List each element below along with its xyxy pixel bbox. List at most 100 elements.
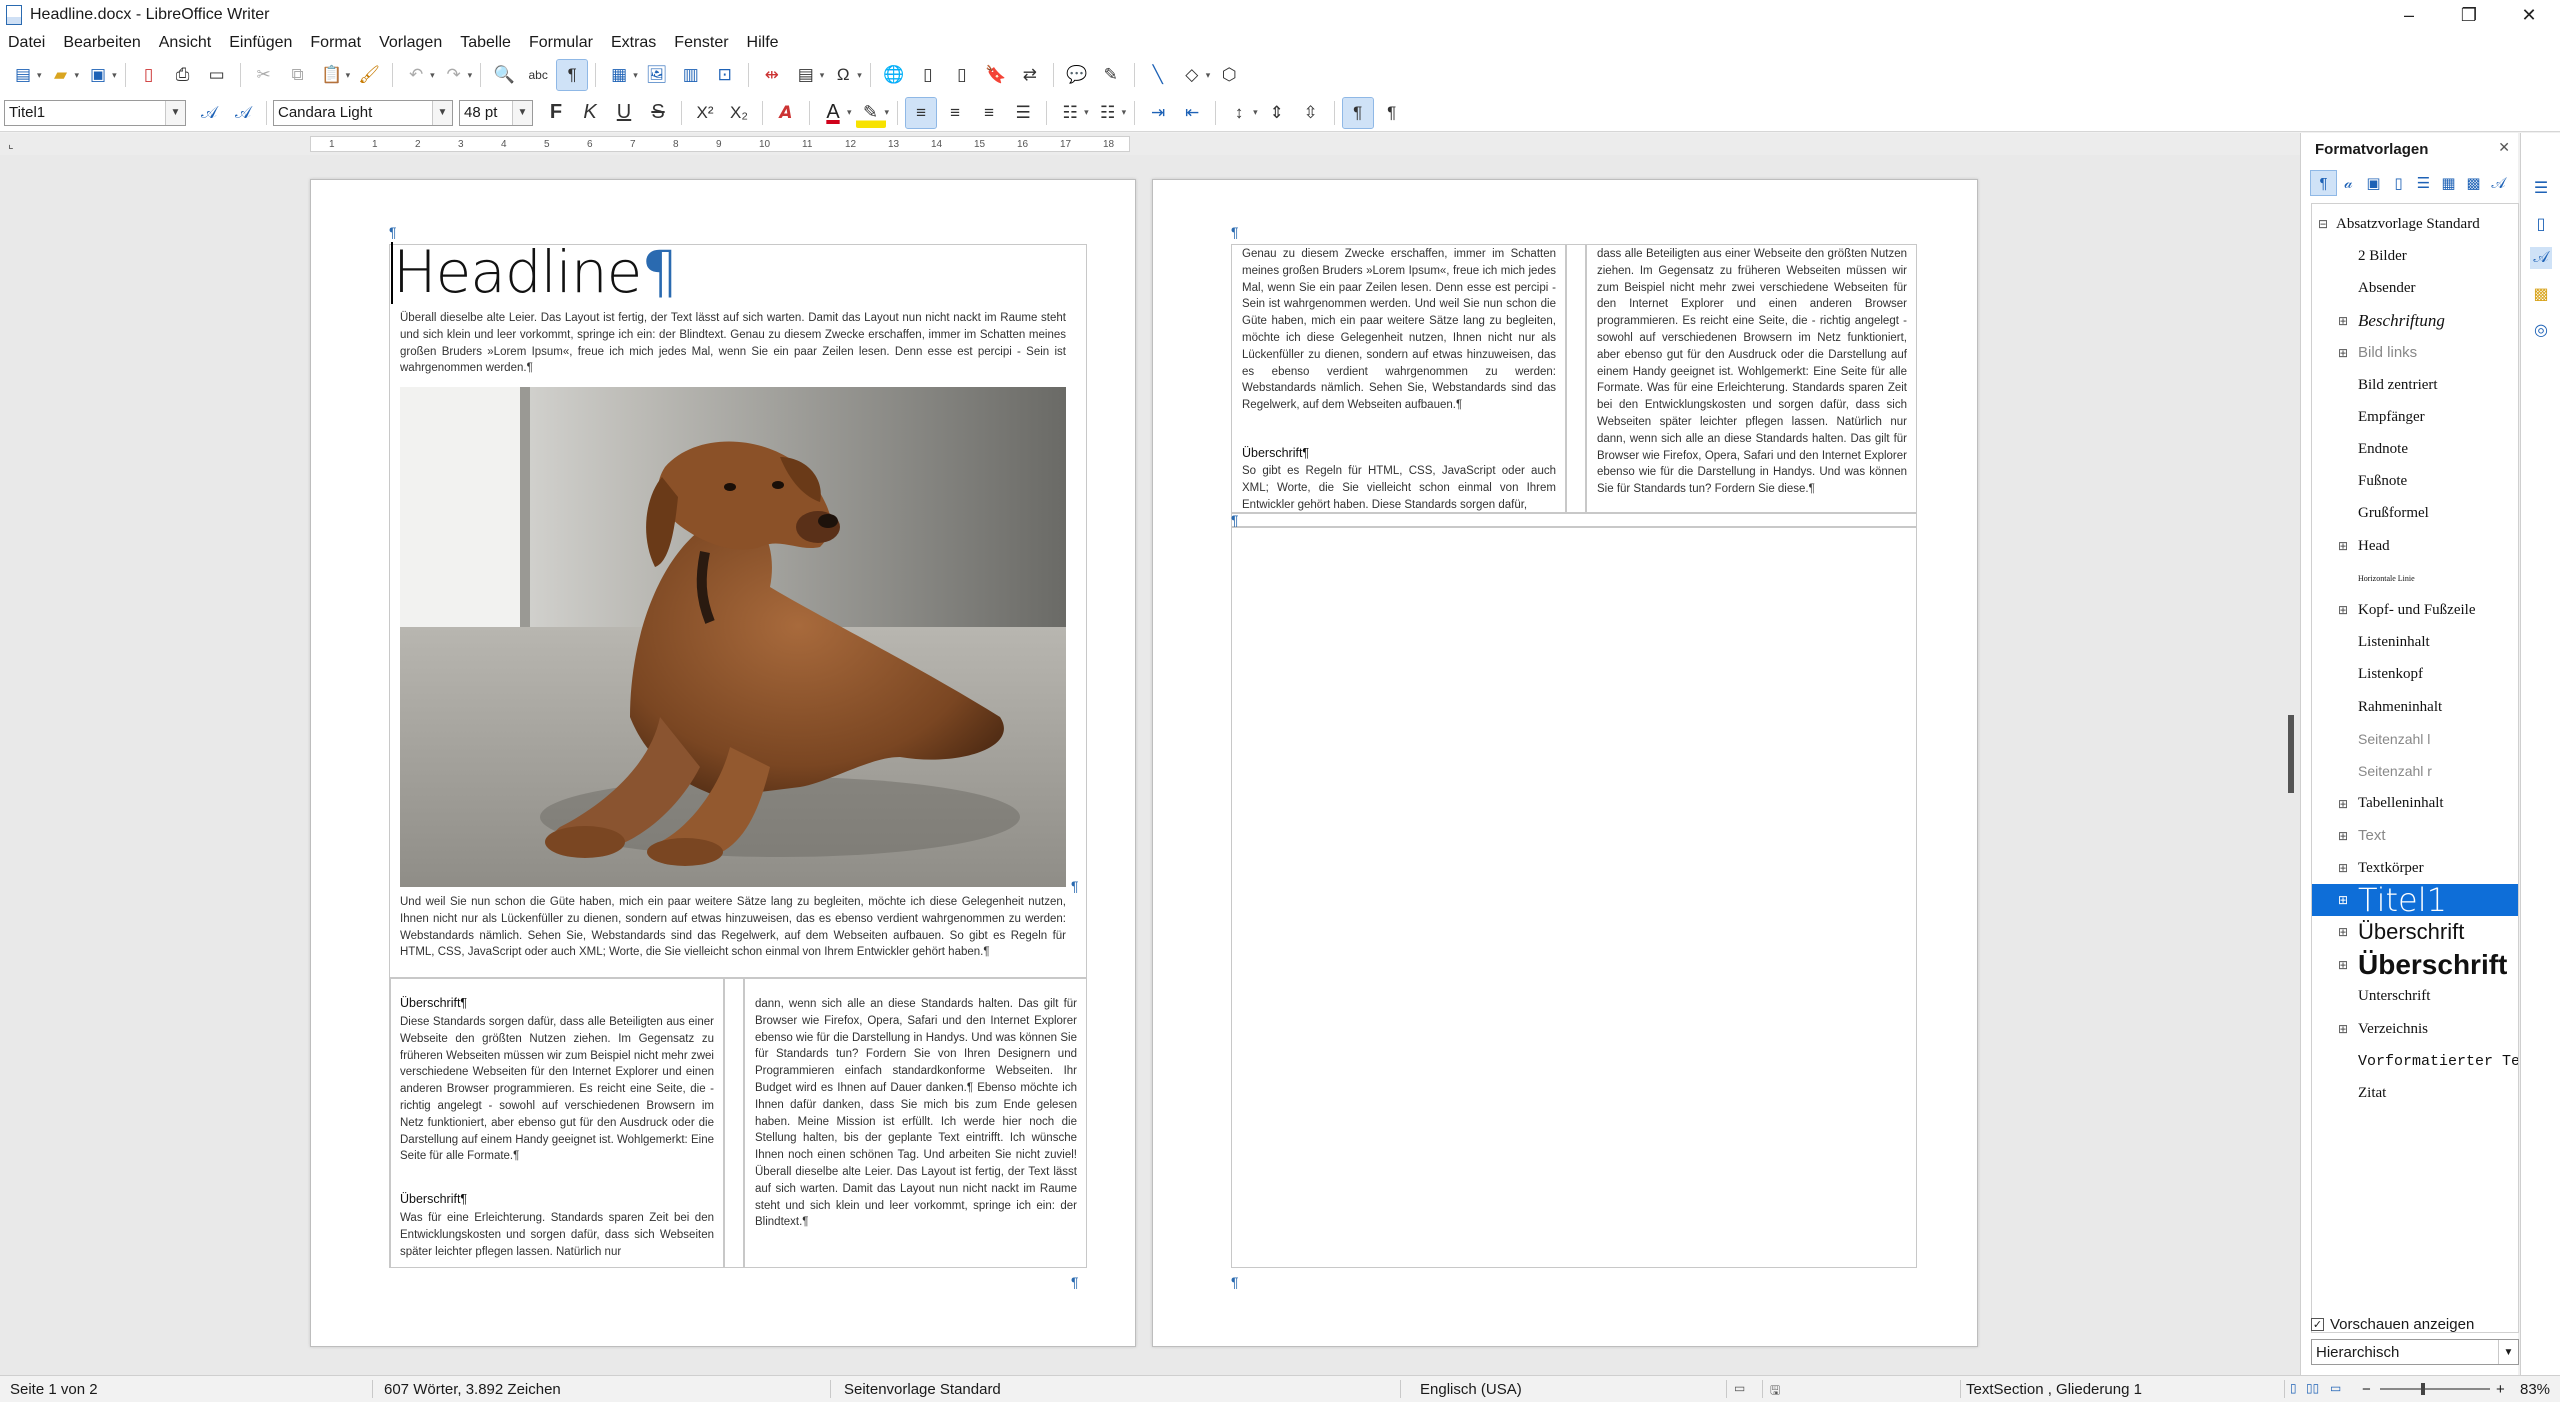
expander-icon[interactable]: ⊞: [2336, 1022, 2350, 1036]
column-heading[interactable]: Überschrift¶: [1242, 446, 1309, 460]
checkbox-icon[interactable]: ✓: [2311, 1318, 2324, 1331]
style-item[interactable]: 2 Bilder: [2312, 240, 2518, 272]
fill-format-icon[interactable]: ▩: [2461, 171, 2486, 195]
sidebar-close-icon[interactable]: ✕: [2498, 139, 2510, 156]
insert-cross-reference-icon[interactable]: ⇄: [1015, 60, 1045, 90]
bold-button[interactable]: F: [541, 98, 571, 128]
insert-bookmark-icon[interactable]: 🔖: [981, 60, 1011, 90]
unordered-list-icon[interactable]: ☷: [1055, 98, 1085, 128]
expander-icon[interactable]: ⊟: [2316, 217, 2330, 231]
frame-styles-icon[interactable]: ▣: [2361, 171, 2386, 195]
style-item[interactable]: Listenkopf: [2312, 659, 2518, 691]
styles-deck-icon[interactable]: 𝒜: [2530, 247, 2552, 269]
style-item[interactable]: Unterschrift: [2312, 981, 2518, 1013]
menu-ansicht[interactable]: Ansicht: [150, 34, 220, 52]
column-1-paragraph-2[interactable]: Was für eine Erleichterung. Standards sp…: [400, 1210, 714, 1260]
track-changes-icon[interactable]: ✎: [1096, 60, 1126, 90]
redo-icon[interactable]: ↷: [439, 60, 469, 90]
insert-special-character-icon[interactable]: Ω: [828, 60, 858, 90]
expander-icon[interactable]: ⊞: [2336, 314, 2350, 328]
font-color-icon[interactable]: A: [818, 98, 848, 128]
insert-image-icon[interactable]: 🖼: [642, 60, 672, 90]
style-filter-select[interactable]: Hierarchisch ▼: [2311, 1339, 2519, 1365]
document-modified-icon[interactable]: 🖫: [1770, 1381, 1780, 1402]
paragraph-styles-icon[interactable]: ¶: [2310, 170, 2337, 196]
italic-button[interactable]: K: [575, 98, 605, 128]
style-item[interactable]: ⊞ Textkörper: [2312, 852, 2518, 884]
new-style-icon[interactable]: 𝒜: [228, 98, 258, 128]
style-item[interactable]: Fußnote: [2312, 466, 2518, 498]
export-pdf-icon[interactable]: ▯: [134, 60, 164, 90]
expander-icon[interactable]: ⊞: [2336, 346, 2350, 360]
character-styles-icon[interactable]: 𝒶: [2336, 171, 2361, 195]
line-spacing-icon[interactable]: ↕: [1224, 98, 1254, 128]
menu-fenster[interactable]: Fenster: [665, 34, 737, 52]
undo-icon[interactable]: ↶: [401, 60, 431, 90]
horizontal-ruler[interactable]: 1 1 2 3 4 5 6 7 8 9 10 11 12 13 14 15 16 17 18: [310, 136, 1130, 152]
zoom-level[interactable]: 83%: [2520, 1381, 2550, 1398]
insert-hyperlink-icon[interactable]: 🌐: [879, 60, 909, 90]
save-icon[interactable]: ▣: [83, 60, 113, 90]
style-item[interactable]: Seitenzahl r: [2312, 755, 2518, 787]
highlight-dropdown-icon[interactable]: ▾: [885, 107, 890, 118]
style-item[interactable]: Zitat: [2312, 1077, 2518, 1109]
shapes-dropdown-icon[interactable]: ▾: [1206, 70, 1211, 81]
spelling-icon[interactable]: abc: [523, 60, 553, 90]
word-count[interactable]: 607 Wörter, 3.892 Zeichen: [384, 1381, 561, 1398]
insert-page-break-icon[interactable]: ⇹: [757, 60, 787, 90]
list-styles-icon[interactable]: ☰: [2411, 171, 2436, 195]
column-1-paragraph[interactable]: Diese Standards sorgen dafür, dass alle …: [400, 1014, 714, 1165]
basic-shapes-icon[interactable]: ◇: [1177, 60, 1207, 90]
insert-line-icon[interactable]: ╲: [1143, 60, 1173, 90]
save-dropdown-icon[interactable]: ▾: [112, 70, 117, 81]
style-item[interactable]: ⊞ Überschrift: [2312, 916, 2518, 948]
new-dropdown-icon[interactable]: ▾: [37, 70, 42, 81]
underline-button[interactable]: U: [609, 98, 639, 128]
style-item[interactable]: ⊞ Tabelleninhalt: [2312, 788, 2518, 820]
font-size-combo[interactable]: 48 pt ▼: [459, 99, 533, 126]
menu-format[interactable]: Format: [301, 34, 370, 52]
style-item[interactable]: Horizontale Linie: [2312, 562, 2518, 594]
document-headline[interactable]: Headline¶: [393, 238, 678, 306]
print-icon[interactable]: ⎙: [168, 60, 198, 90]
paragraph-style-combo[interactable]: Titel1 ▼: [4, 99, 186, 126]
document-area[interactable]: ¶ Headline¶ Überall dieselbe alte Leier.…: [0, 155, 2300, 1375]
style-item[interactable]: ⊞ Text: [2312, 820, 2518, 852]
book-view-icon[interactable]: ▭: [2330, 1381, 2341, 1395]
page-deck-icon[interactable]: ▯: [2530, 213, 2552, 235]
insert-textbox-icon[interactable]: ⊡: [710, 60, 740, 90]
redo-dropdown-icon[interactable]: ▾: [468, 70, 473, 81]
expander-icon[interactable]: ⊞: [2336, 925, 2350, 939]
clone-formatting-icon[interactable]: 🖌: [354, 60, 384, 90]
menu-bearbeiten[interactable]: Bearbeiten: [54, 34, 149, 52]
table-dropdown-icon[interactable]: ▾: [633, 70, 638, 81]
open-dropdown-icon[interactable]: ▾: [75, 70, 80, 81]
section-indicator[interactable]: TextSection , Gliederung 1: [1966, 1381, 2142, 1398]
strikethrough-button[interactable]: S: [643, 98, 673, 128]
style-actions-icon[interactable]: 𝒜: [2486, 171, 2511, 195]
insert-table-icon[interactable]: ▦: [604, 60, 634, 90]
column-heading[interactable]: Überschrift¶: [400, 996, 467, 1010]
page-style-indicator[interactable]: Seitenvorlage Standard: [844, 1381, 1001, 1398]
cut-icon[interactable]: ✂: [249, 60, 279, 90]
multi-page-view-icon[interactable]: ▯▯: [2306, 1381, 2319, 1395]
undo-dropdown-icon[interactable]: ▾: [430, 70, 435, 81]
new-document-icon[interactable]: ▤: [8, 60, 38, 90]
open-folder-icon[interactable]: ▰: [46, 60, 76, 90]
after-image-paragraph[interactable]: Und weil Sie nun schon die Güte haben, m…: [400, 894, 1066, 961]
expander-icon[interactable]: ⊞: [2336, 603, 2350, 617]
menu-formular[interactable]: Formular: [520, 34, 602, 52]
zoom-out-icon[interactable]: −: [2362, 1381, 2371, 1398]
menu-einfuegen[interactable]: Einfügen: [220, 34, 301, 52]
paste-dropdown-icon[interactable]: ▾: [346, 70, 351, 81]
zoom-in-icon[interactable]: +: [2496, 1381, 2505, 1398]
style-item[interactable]: Empfänger: [2312, 401, 2518, 433]
superscript-button[interactable]: X²: [690, 98, 720, 128]
insert-comment-icon[interactable]: 💬: [1062, 60, 1092, 90]
subscript-button[interactable]: X₂: [724, 98, 754, 128]
highlight-color-icon[interactable]: ✎: [855, 97, 886, 128]
intro-paragraph[interactable]: Überall dieselbe alte Leier. Das Layout …: [400, 310, 1066, 377]
insert-chart-icon[interactable]: ▥: [676, 60, 706, 90]
chevron-down-icon[interactable]: ▼: [165, 100, 185, 125]
paste-icon[interactable]: 📋: [317, 60, 347, 90]
